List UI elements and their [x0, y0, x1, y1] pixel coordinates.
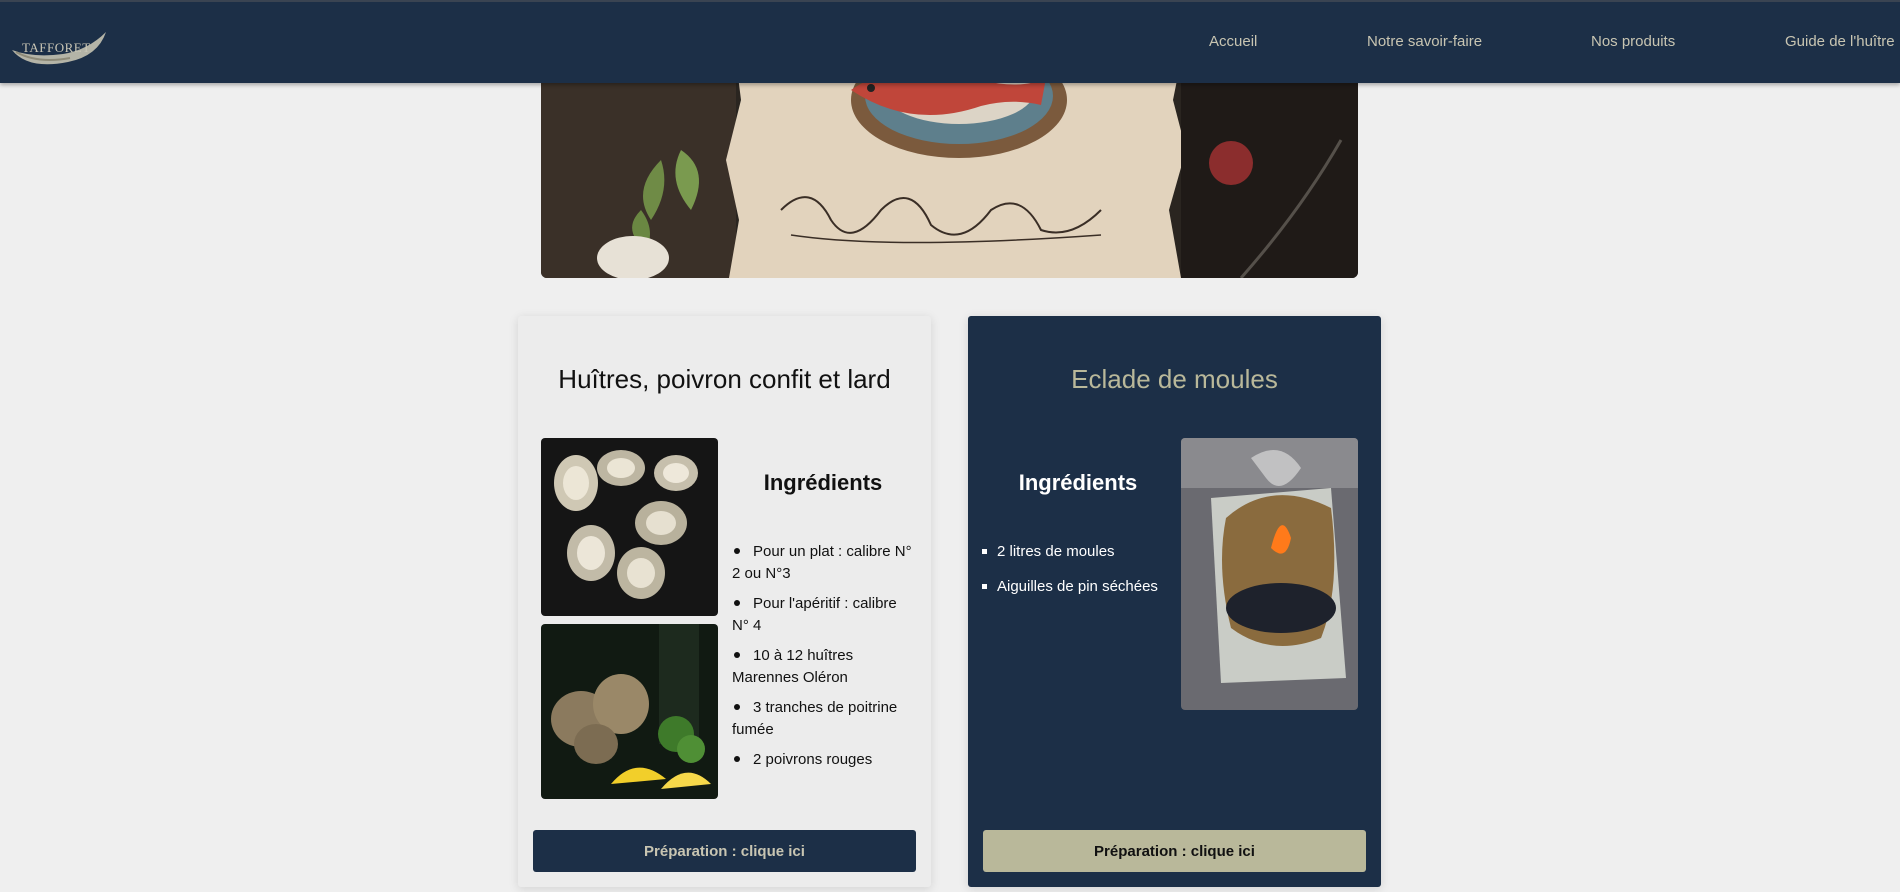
list-item: 10 à 12 huîtres Marennes Oléron [732, 647, 854, 686]
logo-text: TAFFORET [22, 40, 91, 55]
recipe-title: Eclade de moules [1071, 364, 1278, 394]
oysters-image [541, 438, 718, 616]
recipe-card-eclade: Eclade de moules Ingrédients 2 litres de… [968, 316, 1381, 887]
nav-nos-produits[interactable]: Nos produits [1591, 33, 1675, 50]
bullet-icon [734, 600, 740, 607]
list-item: 2 poivrons rouges [732, 749, 917, 771]
ingredients-list: Pour un plat : calibre N° 2 ou N°3 Pour … [732, 541, 917, 779]
bullet-icon [734, 548, 740, 555]
ingredients-title: Ingrédients [763, 470, 883, 495]
preparation-button[interactable]: Préparation : clique ici [533, 830, 916, 872]
list-item: 3 tranches de poitrine fumée [732, 699, 898, 738]
eclade-mussels-image [1181, 438, 1358, 710]
recipe-title: Huîtres, poivron confit et lard [558, 364, 891, 394]
ingredients-title: Ingrédients [1018, 470, 1138, 495]
brand-logo[interactable]: TAFFORET [8, 20, 108, 70]
lemon-oysters-image [541, 624, 718, 799]
bullet-icon [982, 583, 987, 589]
list-item: Pour un plat : calibre N° 2 ou N°3 [732, 543, 912, 582]
bullet-icon [982, 548, 987, 554]
bullet-icon [734, 704, 740, 711]
nav-savoir-faire[interactable]: Notre savoir-faire [1367, 33, 1482, 50]
oysters-photo [541, 438, 718, 616]
nav-guide-huitre[interactable]: Guide de l'huître [1785, 33, 1895, 50]
mussels-photo [1181, 438, 1358, 710]
recipe-card-huitres: Huîtres, poivron confit et lard Ingrédie… [518, 316, 931, 887]
list-item: Pour l'apéritif : calibre N° 4 [732, 595, 897, 634]
bullet-icon [734, 652, 740, 659]
preparation-button[interactable]: Préparation : clique ici [983, 830, 1366, 872]
fish-illustration-image [541, 60, 1358, 278]
lemon-oysters-photo [541, 624, 718, 799]
list-item: Aiguilles de pin séchées [982, 576, 1182, 598]
top-navbar: TAFFORET Accueil Notre savoir-faire Nos … [0, 0, 1900, 83]
hero-image [541, 60, 1358, 278]
ingredients-list: 2 litres de moules Aiguilles de pin séch… [982, 541, 1182, 611]
list-item: 2 litres de moules [982, 541, 1182, 563]
bullet-icon [734, 756, 740, 763]
nav-accueil[interactable]: Accueil [1209, 33, 1257, 50]
